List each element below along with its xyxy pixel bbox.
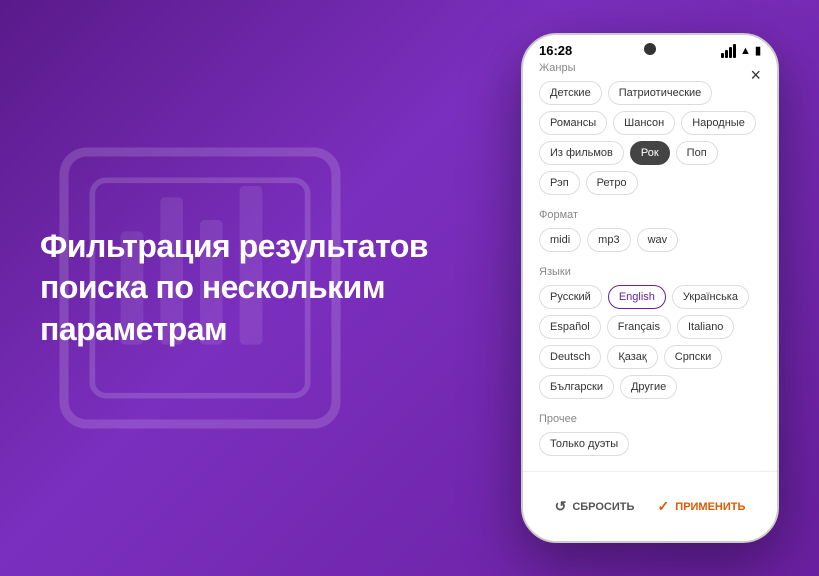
phone-mockup: 16:28 ▲ ▮ × Жанры Детские — [521, 33, 779, 543]
battery-icon: ▮ — [755, 44, 761, 57]
reset-button[interactable]: ↺ СБРОСИТЬ — [555, 498, 635, 515]
reset-icon: ↺ — [555, 498, 567, 515]
apply-label: ПРИМЕНИТЬ — [675, 501, 745, 513]
tag-russian[interactable]: Русский — [539, 285, 602, 309]
tag-mp3[interactable]: mp3 — [587, 228, 630, 252]
format-tags: midi mp3 wav — [539, 228, 761, 252]
tag-rep[interactable]: Рэп — [539, 171, 580, 195]
languages-label: Языки — [539, 266, 761, 278]
status-icons: ▲ ▮ — [721, 44, 761, 58]
tag-midi[interactable]: midi — [539, 228, 581, 252]
genres-label: Жанры — [539, 62, 761, 74]
tag-drugie[interactable]: Другие — [620, 375, 677, 399]
tag-narodnye[interactable]: Народные — [681, 111, 756, 135]
tag-balgarski[interactable]: Български — [539, 375, 614, 399]
tag-english[interactable]: English — [608, 285, 666, 309]
tag-shanson[interactable]: Шансон — [613, 111, 675, 135]
tag-retro[interactable]: Ретро — [586, 171, 638, 195]
tag-ukrainian[interactable]: Українська — [672, 285, 749, 309]
tag-detskie[interactable]: Детские — [539, 81, 602, 105]
genres-tags: Детские Патриотические Романсы Шансон На… — [539, 81, 761, 195]
tag-pop[interactable]: Поп — [676, 141, 718, 165]
tag-iz-filmov[interactable]: Из фильмов — [539, 141, 624, 165]
apply-icon: ✓ — [658, 498, 670, 515]
tag-romansy[interactable]: Романсы — [539, 111, 607, 135]
genres-section: Жанры Детские Патриотические Романсы Шан… — [539, 62, 761, 195]
tag-rok[interactable]: Рок — [630, 141, 670, 165]
heading: Фильтрация результатов поиска по несколь… — [40, 226, 491, 351]
wifi-icon: ▲ — [740, 45, 751, 57]
phone-content: Жанры Детские Патриотические Романсы Шан… — [523, 62, 777, 473]
tag-espanol[interactable]: Español — [539, 315, 601, 339]
close-button[interactable]: × — [750, 65, 761, 86]
apply-button[interactable]: ✓ ПРИМЕНИТЬ — [658, 498, 746, 515]
tag-kazak[interactable]: Қазақ — [607, 345, 657, 369]
other-tags: Только дуэты — [539, 432, 761, 456]
bottom-bar: ↺ СБРОСИТЬ ✓ ПРИМЕНИТЬ — [523, 471, 777, 541]
languages-tags: Русский English Українська Español Franç… — [539, 285, 761, 399]
signal-bars-icon — [721, 44, 736, 58]
status-time: 16:28 — [539, 43, 572, 58]
tag-francais[interactable]: Français — [607, 315, 671, 339]
other-section: Прочее Только дуэты — [539, 413, 761, 456]
tag-deutsch[interactable]: Deutsch — [539, 345, 601, 369]
tag-patrioticheskie[interactable]: Патриотические — [608, 81, 713, 105]
reset-label: СБРОСИТЬ — [572, 501, 634, 513]
camera-notch — [644, 43, 656, 55]
format-label: Формат — [539, 209, 761, 221]
status-bar: 16:28 ▲ ▮ — [523, 35, 777, 62]
languages-section: Языки Русский English Українська Español… — [539, 266, 761, 399]
tag-only-duets[interactable]: Только дуэты — [539, 432, 629, 456]
tag-wav[interactable]: wav — [637, 228, 679, 252]
tag-italiano[interactable]: Italiano — [677, 315, 734, 339]
left-text-area: Фильтрация результатов поиска по несколь… — [40, 226, 521, 351]
other-label: Прочее — [539, 413, 761, 425]
tag-srpski[interactable]: Српски — [664, 345, 722, 369]
format-section: Формат midi mp3 wav — [539, 209, 761, 252]
